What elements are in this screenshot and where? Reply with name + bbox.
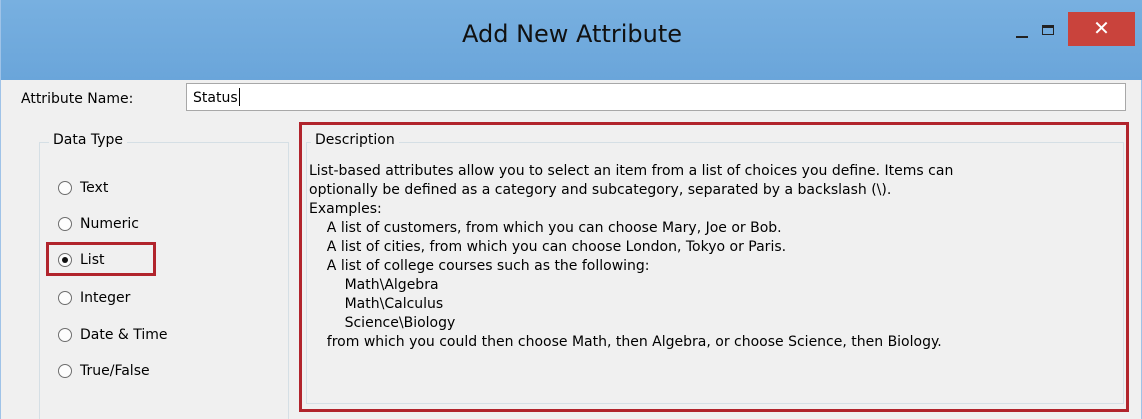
attribute-name-value: Status <box>193 90 238 106</box>
description-highlight <box>299 122 1129 412</box>
text-caret <box>238 88 240 106</box>
radio-button[interactable] <box>58 291 72 305</box>
radio-button[interactable] <box>58 181 72 195</box>
list-option-highlight <box>46 242 156 276</box>
radio-option-numeric[interactable]: Numeric <box>58 213 139 235</box>
radio-option-integer[interactable]: Integer <box>58 287 130 309</box>
radio-option-text[interactable]: Text <box>58 177 108 199</box>
radio-label: True/False <box>80 363 150 379</box>
close-button[interactable]: ✕ <box>1068 12 1135 46</box>
radio-label: Numeric <box>80 216 139 232</box>
radio-label: Text <box>80 180 109 196</box>
radio-button[interactable] <box>58 364 72 378</box>
radio-label: Date & Time <box>80 327 168 343</box>
radio-label: Integer <box>80 290 131 306</box>
attribute-name-input[interactable]: Status <box>186 83 1126 111</box>
maximize-icon[interactable] <box>1039 22 1059 42</box>
title-bar[interactable]: Add New Attribute ✕ <box>1 0 1142 80</box>
radio-button[interactable] <box>58 328 72 342</box>
close-icon: ✕ <box>1093 16 1110 40</box>
data-type-legend: Data Type <box>49 132 128 148</box>
dialog-window: Add New Attribute ✕ Attribute Name: Stat… <box>0 0 1142 419</box>
radio-option-date-time[interactable]: Date & Time <box>58 324 168 346</box>
window-title: Add New Attribute <box>461 20 683 48</box>
attribute-name-label: Attribute Name: <box>21 91 134 107</box>
radio-button[interactable] <box>58 217 72 231</box>
radio-option-true-false[interactable]: True/False <box>58 360 150 382</box>
minimize-icon[interactable] <box>1016 22 1030 42</box>
